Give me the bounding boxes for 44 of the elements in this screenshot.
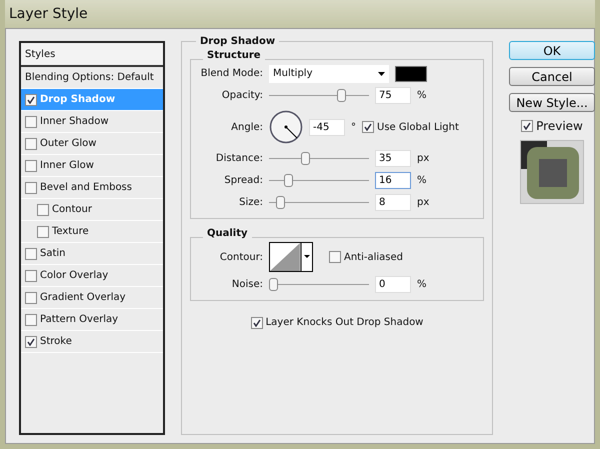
group-title: Quality <box>203 228 252 239</box>
checkbox-label: Preview <box>536 119 583 133</box>
style-item[interactable]: Satin <box>21 243 163 265</box>
field-label: Distance: <box>214 153 263 164</box>
blend-mode-dropdown[interactable]: Multiply <box>269 64 389 82</box>
value-field[interactable]: 75 <box>375 87 411 104</box>
field-label: Opacity: <box>220 90 263 101</box>
dialog-button[interactable]: OK <box>509 41 595 60</box>
unit-label: % <box>417 279 427 290</box>
checkbox-label: Anti-aliased <box>344 252 404 262</box>
style-item[interactable]: Inner Shadow <box>21 111 163 133</box>
value-field[interactable]: 8 <box>375 194 411 211</box>
field-label: Size: <box>238 197 263 208</box>
dialog-button[interactable]: Cancel <box>509 67 595 86</box>
value-field[interactable]: 0 <box>375 276 411 293</box>
unit-label: % <box>417 175 427 186</box>
unit-label: ° <box>351 122 356 132</box>
unit-label: px <box>417 197 430 208</box>
style-item[interactable]: Color Overlay <box>21 265 163 287</box>
style-item[interactable]: Stroke <box>21 331 163 353</box>
group-title: Structure <box>203 50 265 61</box>
angle-field[interactable]: -45 <box>309 118 345 136</box>
list-header: Styles <box>21 43 163 67</box>
field-label: Noise: <box>230 279 263 290</box>
style-item[interactable]: Pattern Overlay <box>21 309 163 331</box>
value-field[interactable]: 16 <box>375 172 411 189</box>
field-label: Angle: <box>230 122 263 132</box>
field-label: Spread: <box>223 175 263 186</box>
style-item[interactable]: Outer Glow <box>21 133 163 155</box>
field-label: Contour: <box>218 252 263 262</box>
style-item[interactable]: Inner Glow <box>21 155 163 177</box>
unit-label: px <box>417 153 430 164</box>
unit-label: % <box>417 90 427 101</box>
style-item[interactable]: Bevel and Emboss <box>21 177 163 199</box>
value-field[interactable]: 35 <box>375 150 411 167</box>
checkbox-label: Use Global Light <box>377 122 459 132</box>
style-item[interactable]: Gradient Overlay <box>21 287 163 309</box>
group-title: Drop Shadow <box>196 36 280 47</box>
dialog-button[interactable]: New Style... <box>509 93 595 112</box>
window-title: Layer Style <box>9 6 88 22</box>
style-item[interactable]: Texture <box>21 221 163 243</box>
checkbox-label: Layer Knocks Out Drop Shadow <box>266 317 424 328</box>
style-item[interactable]: Contour <box>21 199 163 221</box>
field-label: Blend Mode: <box>200 68 263 79</box>
